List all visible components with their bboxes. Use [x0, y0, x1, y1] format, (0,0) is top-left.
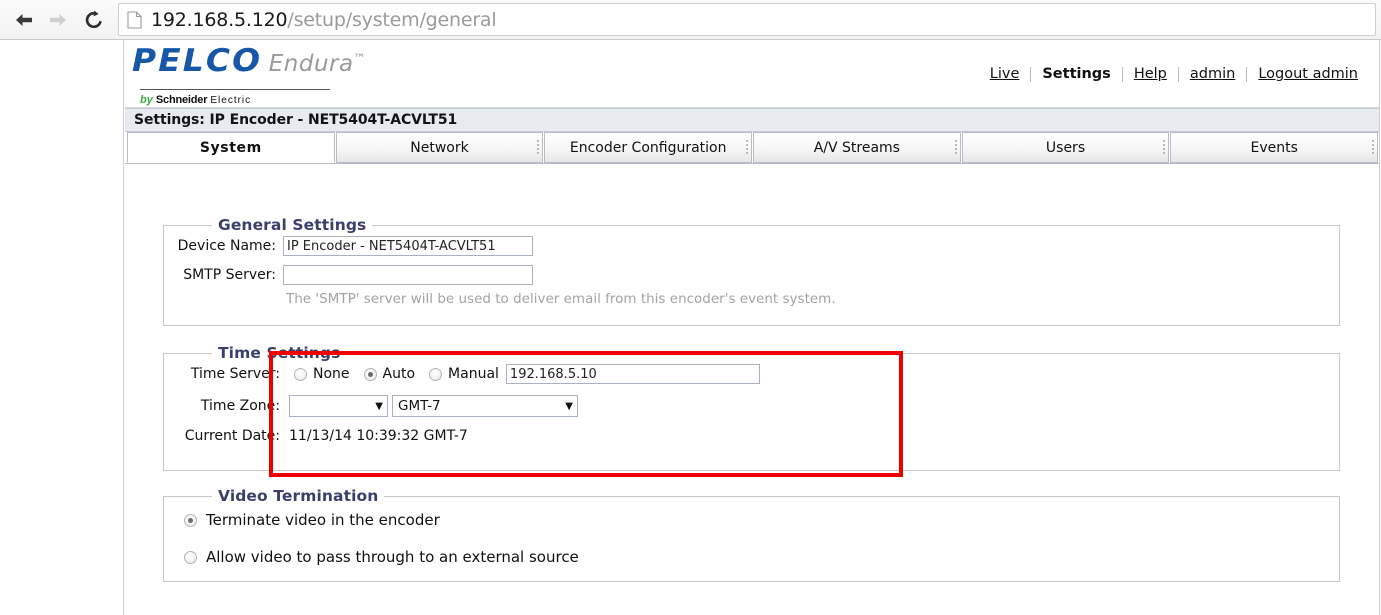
video-termination-radio-terminate[interactable]	[184, 513, 197, 527]
time-server-radio-none[interactable]	[294, 367, 307, 381]
tab-av-streams[interactable]: A/V Streams	[753, 132, 961, 163]
trademark-symbol: ™	[353, 51, 367, 66]
page-right-rule	[1379, 40, 1380, 615]
nav-link-help[interactable]: Help	[1123, 66, 1178, 82]
tab-label: System	[199, 139, 262, 156]
back-button[interactable]	[7, 3, 41, 37]
tab-label: Users	[1045, 139, 1086, 156]
video-termination-radio-terminate-label[interactable]: Terminate video in the encoder	[206, 511, 440, 529]
browser-chrome: 192.168.5.120/setup/system/general	[0, 0, 1381, 40]
nav-link-settings[interactable]: Settings	[1031, 66, 1121, 82]
brand-logo: PELCO Endura™ by Schneider Electric	[132, 43, 392, 107]
url-path: /setup/system/general	[287, 8, 497, 31]
forward-arrow-icon	[47, 11, 69, 29]
reload-button[interactable]	[77, 3, 111, 37]
browser-toolbar: 192.168.5.120/setup/system/general	[0, 0, 1381, 39]
reload-icon	[83, 10, 105, 30]
tab-grip-icon	[746, 140, 749, 156]
pelco-wordmark: PELCO	[132, 43, 263, 79]
time-server-label: Time Server:	[190, 366, 280, 382]
tab-label: Events	[1250, 139, 1298, 156]
page-document-icon	[127, 10, 142, 29]
time-server-radio-manual-label[interactable]: Manual	[448, 366, 499, 382]
page-body: PELCO Endura™ by Schneider Electric Live …	[125, 40, 1379, 615]
time-server-radio-auto-label[interactable]: Auto	[383, 366, 416, 382]
tab-events[interactable]: Events	[1170, 132, 1379, 163]
time-server-radio-none-label[interactable]: None	[313, 366, 350, 382]
tab-grip-icon	[1163, 140, 1166, 156]
tab-network[interactable]: Network	[335, 132, 544, 163]
byline-by: by	[140, 94, 153, 106]
byline-company: Schneider	[155, 94, 208, 106]
logo-divider	[140, 89, 330, 90]
device-name-label: Device Name:	[177, 238, 276, 254]
smtp-server-hint: The 'SMTP' server will be used to delive…	[286, 291, 836, 307]
chevron-down-icon: ▼	[565, 400, 573, 412]
general-settings-legend: General Settings	[218, 216, 367, 234]
page-title: Settings: IP Encoder - NET5404T-ACVLT51	[125, 108, 1379, 132]
tab-label: Encoder Configuration	[569, 139, 727, 156]
time-server-radio-manual[interactable]	[429, 367, 443, 381]
address-bar[interactable]: 192.168.5.120/setup/system/general	[118, 3, 1376, 36]
current-date-value: 11/13/14 10:39:32 GMT-7	[289, 428, 468, 444]
time-settings-panel: Time Settings Time Server: None Auto Man…	[163, 344, 1340, 471]
page-left-gutter	[0, 40, 124, 615]
nav-link-logout[interactable]: Logout admin	[1247, 66, 1369, 82]
page-viewport: PELCO Endura™ by Schneider Electric Live …	[0, 40, 1381, 615]
time-zone-region-select[interactable]: ▼	[289, 395, 388, 417]
back-arrow-icon	[13, 11, 35, 29]
settings-tab-strip: System Network Encoder Configuration A/V…	[125, 132, 1379, 164]
video-termination-legend: Video Termination	[218, 487, 379, 505]
forward-button[interactable]	[41, 3, 75, 37]
site-header: PELCO Endura™ by Schneider Electric Live …	[125, 40, 1379, 108]
schneider-electric-byline: by Schneider Electric	[140, 94, 251, 106]
time-zone-label: Time Zone:	[200, 398, 280, 414]
tab-grip-icon	[1372, 140, 1375, 156]
url-host: 192.168.5.120	[151, 8, 288, 31]
time-server-radio-auto[interactable]	[363, 367, 377, 381]
byline-company-suffix: Electric	[210, 95, 252, 106]
tab-encoder-configuration[interactable]: Encoder Configuration	[544, 132, 753, 163]
address-bar-text: 192.168.5.120/setup/system/general	[151, 8, 497, 31]
time-settings-legend: Time Settings	[218, 344, 341, 362]
tab-users[interactable]: Users	[961, 132, 1170, 163]
time-zone-offset-select[interactable]: GMT-7 ▼	[392, 395, 578, 417]
video-termination-panel: Video Termination Terminate video in the…	[163, 487, 1340, 582]
time-server-manual-input[interactable]	[505, 364, 760, 384]
chevron-down-icon: ▼	[375, 400, 383, 412]
nav-link-live[interactable]: Live	[979, 66, 1031, 82]
current-date-label: Current Date:	[184, 428, 280, 444]
endura-product-name: Endura™	[269, 51, 366, 77]
endura-label: Endura	[268, 51, 354, 77]
top-navigation: Live Settings Help admin Logout admin	[979, 66, 1369, 82]
general-settings-panel: General Settings Device Name: SMTP Serve…	[163, 216, 1340, 326]
tab-system[interactable]: System	[127, 132, 335, 163]
tab-grip-icon	[537, 140, 540, 156]
smtp-server-input[interactable]	[283, 265, 533, 285]
video-termination-radio-passthrough-label[interactable]: Allow video to pass through to an extern…	[206, 548, 579, 566]
time-zone-offset-value: GMT-7	[398, 398, 441, 414]
smtp-server-label: SMTP Server:	[183, 267, 276, 283]
tab-grip-icon	[954, 140, 957, 156]
video-termination-radio-passthrough[interactable]	[184, 550, 197, 564]
device-name-input[interactable]	[283, 236, 533, 256]
tab-label: A/V Streams	[813, 139, 900, 156]
tab-label: Network	[410, 139, 469, 156]
nav-link-admin[interactable]: admin	[1179, 66, 1246, 82]
